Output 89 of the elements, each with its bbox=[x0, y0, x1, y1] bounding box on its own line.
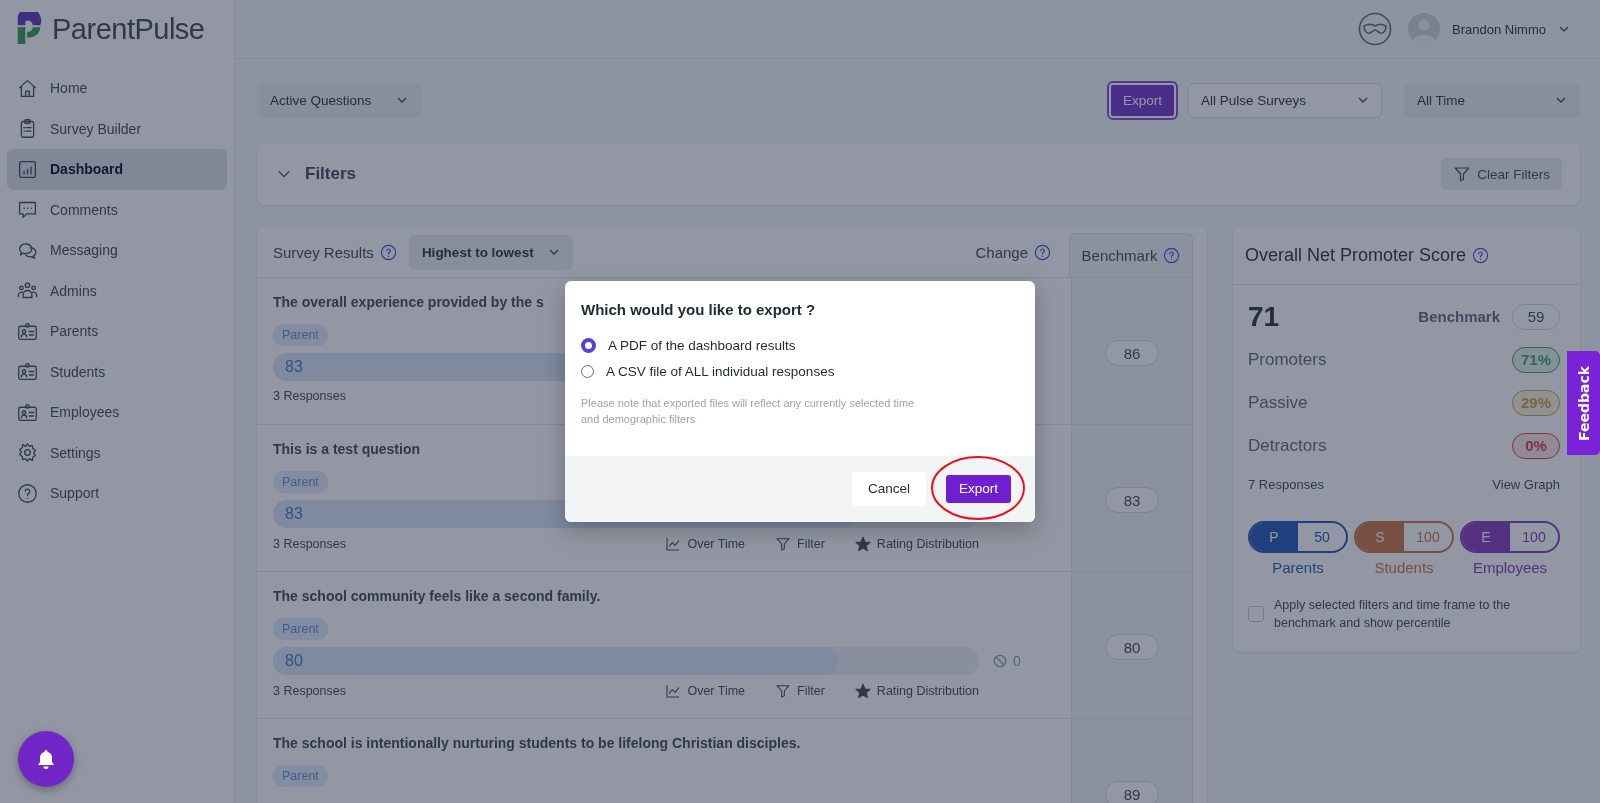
filter-icon bbox=[1453, 165, 1472, 183]
sidebar-item[interactable]: Support bbox=[7, 473, 227, 514]
dialog-title: Which would you like to export ? bbox=[581, 301, 817, 319]
breakdown-label: Promoters bbox=[1248, 349, 1327, 370]
sidebar-item[interactable]: Settings bbox=[7, 432, 227, 473]
nps-title: Overall Net Promoter Score bbox=[1245, 245, 1467, 266]
sidebar-item[interactable]: Parents bbox=[7, 311, 227, 352]
radio-button[interactable] bbox=[581, 337, 596, 353]
sidebar-item[interactable]: Students bbox=[7, 351, 227, 392]
benchmark-value: 80 bbox=[1105, 634, 1159, 660]
time-select[interactable]: All Time bbox=[1404, 82, 1580, 118]
ban-icon bbox=[993, 654, 1007, 668]
response-count: 3 Responses bbox=[273, 537, 346, 551]
help-icon[interactable] bbox=[1034, 243, 1051, 261]
benchmark-value: 86 bbox=[1105, 340, 1159, 366]
action-link[interactable]: Rating Distribution bbox=[854, 683, 979, 699]
question-title: The overall experience provided by the s bbox=[273, 294, 544, 310]
survey-results-title: Survey Results bbox=[273, 243, 374, 261]
group-score-pill[interactable]: S 100 bbox=[1354, 521, 1454, 553]
benchmark-value: 83 bbox=[1105, 487, 1159, 513]
checkbox-label: Apply selected filters and time frame to the benchmark and show percentile bbox=[1274, 597, 1512, 633]
help-icon[interactable] bbox=[379, 243, 397, 261]
id-card-icon bbox=[17, 401, 38, 423]
star-icon bbox=[854, 683, 871, 699]
sidebar-item[interactable]: Dashboard bbox=[7, 149, 227, 190]
benchmark-heading: Benchmark bbox=[1081, 247, 1158, 264]
survey-select[interactable]: All Pulse Surveys bbox=[1188, 82, 1382, 118]
bar-chart-icon bbox=[17, 158, 38, 180]
user-name[interactable]: Brandon Nimmo bbox=[1452, 21, 1546, 37]
action-link[interactable]: Filter bbox=[775, 683, 825, 699]
benchmark-label: Benchmark bbox=[1418, 308, 1500, 325]
logo[interactable]: ParentPulse bbox=[52, 12, 205, 46]
audience-tag: Parent bbox=[273, 471, 328, 493]
nps-score: 71 bbox=[1248, 300, 1280, 333]
sidebar-item[interactable]: Messaging bbox=[7, 230, 227, 271]
checkbox[interactable] bbox=[1248, 606, 1264, 623]
sidebar-item[interactable]: Admins bbox=[7, 270, 227, 311]
action-link[interactable]: Filter bbox=[775, 536, 825, 552]
export-button[interactable]: Export bbox=[1108, 82, 1176, 118]
feedback-tab[interactable]: Feedback bbox=[1567, 351, 1600, 455]
benchmark-value: 89 bbox=[1105, 781, 1159, 803]
filter-icon bbox=[775, 536, 792, 552]
action-link[interactable]: Over Time bbox=[665, 683, 746, 699]
response-count: 7 Responses bbox=[1248, 476, 1324, 492]
breakdown-label: Passive bbox=[1248, 392, 1308, 413]
id-card-icon bbox=[17, 320, 38, 342]
house-icon bbox=[17, 77, 38, 99]
audience-tag: Parent bbox=[273, 765, 328, 787]
group-label: Students bbox=[1374, 559, 1434, 576]
help-icon bbox=[17, 482, 38, 504]
star-icon bbox=[854, 536, 871, 552]
clear-filters-button[interactable]: Clear Filters bbox=[1441, 158, 1562, 190]
sidebar-item[interactable]: Comments bbox=[7, 189, 227, 230]
audience-tag: Parent bbox=[273, 618, 328, 640]
speech-bubble-icon bbox=[17, 199, 38, 221]
line-chart-icon bbox=[665, 536, 682, 552]
settings-icon bbox=[17, 442, 38, 464]
question-title: The school is intentionally nurturing students to be lifelong Christian disciples. bbox=[273, 735, 801, 751]
action-link[interactable]: Rating Distribution bbox=[854, 536, 979, 552]
sidebar-item[interactable]: Home bbox=[7, 68, 227, 109]
id-card-icon bbox=[17, 361, 38, 383]
score-bar: 80 bbox=[273, 647, 838, 675]
line-chart-icon bbox=[665, 683, 682, 699]
question-title: This is a test question bbox=[273, 441, 421, 457]
filters-title[interactable]: Filters bbox=[305, 164, 357, 184]
change-heading: Change bbox=[975, 243, 1028, 261]
sort-dropdown[interactable]: Highest to lowest bbox=[408, 234, 573, 270]
view-graph-link[interactable]: View Graph bbox=[1492, 476, 1560, 492]
question-title: The school community feels like a second family. bbox=[273, 588, 601, 604]
action-link[interactable]: Over Time bbox=[665, 536, 746, 552]
export-button[interactable]: Export bbox=[945, 474, 1011, 503]
filter-icon bbox=[775, 683, 792, 699]
question-filter-dropdown[interactable]: Active Questions bbox=[257, 82, 421, 118]
response-count: 3 Responses bbox=[273, 389, 346, 403]
audience-tag: Parent bbox=[273, 324, 328, 346]
sidebar-item[interactable]: Employees bbox=[7, 392, 227, 433]
help-icon[interactable] bbox=[1163, 247, 1181, 264]
cancel-button[interactable]: Cancel bbox=[851, 471, 926, 506]
group-label: Parents bbox=[1272, 559, 1324, 576]
group-score-pill[interactable]: P 50 bbox=[1248, 521, 1348, 553]
mask-icon[interactable] bbox=[1358, 12, 1393, 46]
group-score-pill[interactable]: E 100 bbox=[1460, 521, 1560, 553]
breakdown-label: Detractors bbox=[1248, 435, 1327, 456]
help-icon[interactable] bbox=[1472, 247, 1490, 264]
group-label: Employees bbox=[1472, 559, 1548, 576]
dialog-note: Please note that exported files will reflect any currently selected time and demographic filters bbox=[581, 396, 916, 427]
response-count: 3 Responses bbox=[273, 684, 346, 698]
sidebar-item[interactable]: Survey Builder bbox=[7, 108, 227, 149]
radio-button[interactable] bbox=[581, 364, 594, 378]
